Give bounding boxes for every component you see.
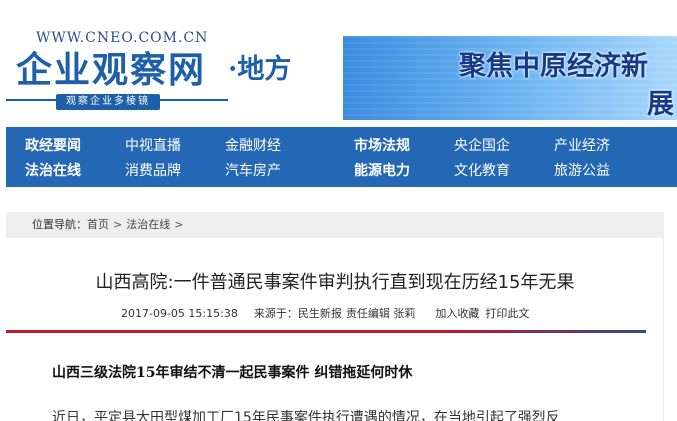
nav-item-finance[interactable]: 金融财经: [225, 137, 281, 155]
article-editor: 责任编辑 张莉: [345, 307, 416, 320]
header-banner[interactable]: 聚焦中原经济新 展: [343, 36, 677, 120]
article-meta: 2017-09-05 15:15:38 来源于：民生新报 责任编辑 张莉 加入收藏 打印…: [121, 307, 529, 321]
nav-item-consumer[interactable]: 消费品牌: [125, 162, 181, 180]
article: 山西高院:一件普通民事案件审判执行直到现在历经15年无果 2017-09-05 …: [6, 238, 664, 421]
breadcrumb-separator-end: >: [174, 218, 184, 231]
article-body-first-line: 近日，平定县大田型煤加工厂15年民事案件执行遭遇的情况，在当地引起了强烈反: [52, 410, 560, 421]
breadcrumb-section-link[interactable]: 法治在线: [126, 212, 170, 238]
nav-item-culture[interactable]: 文化教育: [454, 162, 510, 180]
nav-item-auto-realty[interactable]: 汽车房产: [225, 162, 281, 180]
title-divider: [6, 330, 646, 333]
article-date: 2017-09-05 15:15:38: [121, 307, 238, 320]
breadcrumb-separator: >: [113, 218, 123, 231]
print-article-link[interactable]: 打印此文: [485, 307, 529, 321]
banner-headline-cont: 展: [647, 89, 674, 120]
main-nav: 政经要闻 中视直播 金融财经 市场法规 央企国企 产业经济 法治在线 消费品牌 …: [6, 127, 677, 187]
logo-url: WWW.CNEO.COM.CN: [36, 30, 209, 46]
nav-item-soe[interactable]: 央企国企: [454, 137, 510, 155]
article-title: 山西高院:一件普通民事案件审判执行直到现在历经15年无果: [95, 272, 575, 293]
logo-region-label: ·地方: [228, 54, 292, 85]
breadcrumb-label: 位置导航：: [32, 218, 87, 231]
nav-item-live[interactable]: 中视直播: [125, 137, 181, 155]
site-header: WWW.CNEO.COM.CN 企业观察网 ·地方 观察企业多棱镜 聚焦中原经济…: [0, 0, 677, 125]
nav-item-travel[interactable]: 旅游公益: [554, 162, 610, 180]
article-subheading: 山西三级法院15年审结不清一起民事案件 纠错拖延何时休: [52, 365, 413, 381]
nav-item-market-law[interactable]: 市场法规: [354, 137, 410, 155]
nav-item-industry[interactable]: 产业经济: [554, 137, 610, 155]
breadcrumb: 位置导航：首页 > 法治在线 >: [6, 212, 664, 238]
nav-item-energy[interactable]: 能源电力: [354, 162, 410, 180]
banner-headline: 聚焦中原经济新: [459, 51, 648, 82]
nav-item-law-online[interactable]: 法治在线: [25, 162, 81, 180]
logo-tagline: 观察企业多棱镜: [56, 94, 160, 110]
nav-item-politics[interactable]: 政经要闻: [25, 137, 81, 155]
article-source: 来源于：民生新报: [253, 307, 342, 320]
add-favorite-link[interactable]: 加入收藏: [435, 307, 479, 321]
site-logo[interactable]: 企业观察网: [16, 48, 206, 92]
breadcrumb-home-link[interactable]: 首页: [87, 212, 109, 238]
